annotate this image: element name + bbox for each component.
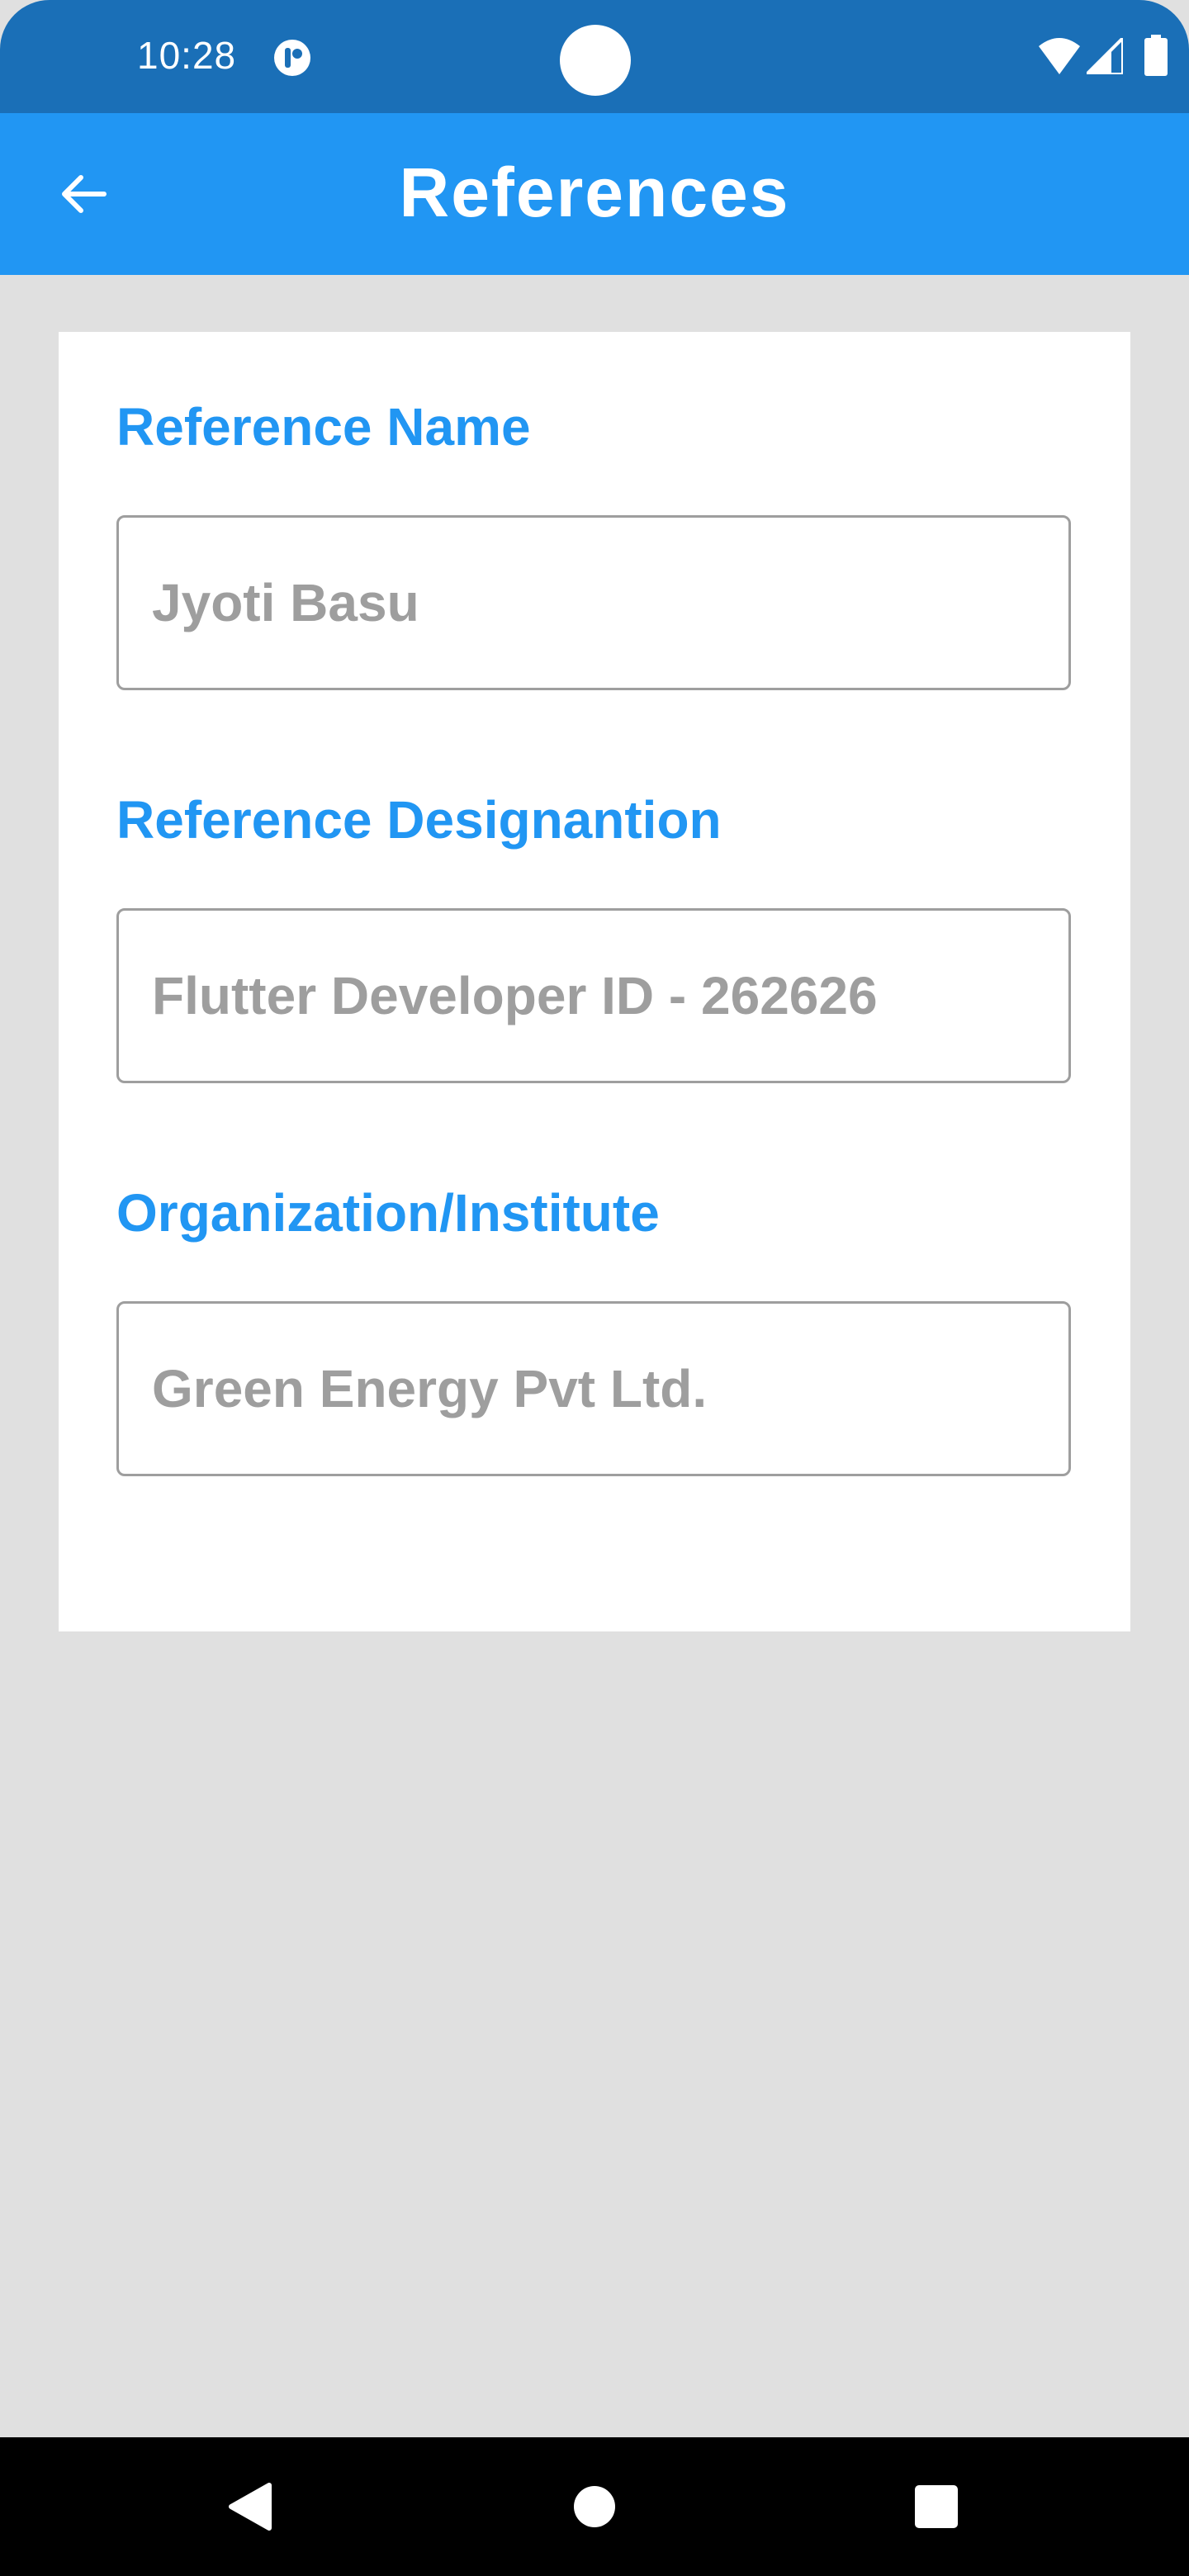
organization-value: Green Energy Pvt Ltd. — [152, 1359, 708, 1418]
reference-name-value: Jyoti Basu — [152, 573, 419, 632]
home-circle-icon — [574, 2486, 615, 2527]
app-notification-icon — [274, 40, 310, 76]
nav-recents-button[interactable] — [903, 2474, 969, 2540]
back-triangle-icon — [229, 2483, 272, 2531]
reference-designation-field[interactable]: Flutter Developer ID - 262626 — [116, 908, 1071, 1083]
reference-form-card: Reference Name Jyoti Basu Reference Desi… — [59, 332, 1130, 1631]
status-bar: 10:28 — [0, 0, 1189, 113]
recents-square-icon — [915, 2485, 958, 2528]
nav-back-button[interactable] — [216, 2474, 282, 2540]
nav-home-button[interactable] — [561, 2474, 628, 2540]
reference-name-field[interactable]: Jyoti Basu — [116, 515, 1071, 690]
reference-designation-label: Reference Designantion — [116, 790, 722, 850]
reference-name-label: Reference Name — [116, 397, 531, 457]
references-screen: 10:28 References Reference Name Jyoti Ba… — [0, 0, 1189, 2576]
app-bar: References — [0, 113, 1189, 275]
battery-icon — [1144, 35, 1168, 76]
reference-designation-value: Flutter Developer ID - 262626 — [152, 966, 878, 1025]
status-time: 10:28 — [137, 34, 237, 77]
system-nav-bar — [0, 2437, 1189, 2576]
cellular-signal-icon — [1087, 38, 1123, 74]
camera-cutout — [560, 25, 631, 96]
organization-field[interactable]: Green Energy Pvt Ltd. — [116, 1301, 1071, 1476]
wifi-icon — [1039, 38, 1080, 74]
page-title: References — [399, 154, 790, 231]
organization-label: Organization/Institute — [116, 1183, 660, 1243]
